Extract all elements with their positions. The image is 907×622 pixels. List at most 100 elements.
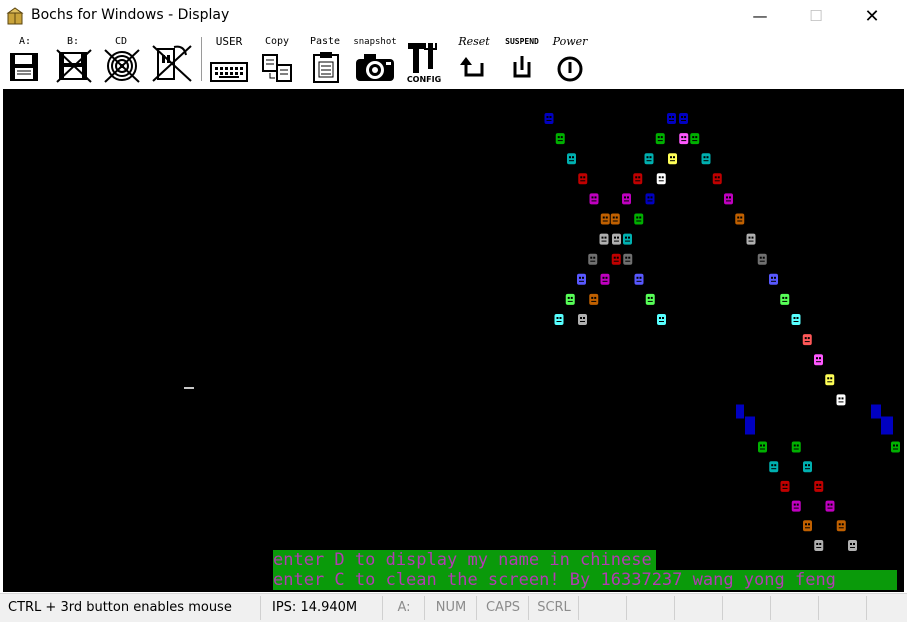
keyboard-icon (210, 62, 248, 82)
user-label: USER (215, 35, 243, 48)
smiley-char (746, 233, 756, 245)
smiley-char (791, 441, 801, 453)
status-bar: CTRL + 3rd button enables mouse IPS: 14.… (0, 593, 907, 622)
status-slot (628, 596, 675, 620)
floppy-b-button[interactable]: B: (54, 35, 92, 87)
smiley-char (634, 273, 644, 285)
smiley-char (589, 193, 599, 205)
camera-icon (356, 54, 394, 81)
paste-clipboard-icon (313, 52, 339, 83)
smiley-char (567, 153, 576, 165)
smiley-char (578, 173, 588, 185)
smiley-char (667, 113, 676, 124)
status-slot (676, 596, 723, 620)
smiley-char (600, 213, 610, 225)
emulator-display[interactable]: enter D to display my name in chinese en… (3, 89, 904, 592)
smiley-char (757, 253, 767, 265)
smiley-char (814, 354, 823, 366)
usb-button[interactable] (150, 35, 192, 87)
window-title: Bochs for Windows - Display (31, 7, 230, 23)
smiley-char (633, 173, 643, 185)
smiley-char (634, 213, 644, 225)
status-slot (724, 596, 771, 620)
screen-line-display-name: enter D to display my name in chinese (273, 550, 656, 570)
smiley-char (544, 113, 554, 124)
num-lock-indicator: NUM (426, 596, 477, 620)
smiley-char (565, 293, 575, 305)
smiley-char (802, 334, 812, 346)
maximize-button[interactable]: ☐ (793, 0, 839, 32)
smiley-char (712, 173, 722, 185)
floppy-disk-icon (10, 53, 38, 81)
caps-lock-indicator: CAPS (478, 596, 529, 620)
suspend-label: SUSPEND (505, 37, 539, 46)
toolbar-separator (201, 37, 202, 81)
floppy-b-label: B: (66, 36, 80, 47)
smiley-char (554, 314, 564, 325)
smiley-char (791, 314, 801, 325)
reset-button[interactable]: Reset (452, 35, 496, 87)
config-tools-icon: CONFIG (407, 43, 441, 83)
smiley-char (836, 394, 846, 406)
copy-icon (262, 54, 292, 82)
status-slot (820, 596, 867, 620)
smiley-char (836, 520, 846, 532)
smiley-char (758, 441, 767, 453)
smiley-char (589, 293, 599, 305)
suspend-button[interactable]: SUSPEND (500, 35, 544, 87)
smiley-char (577, 273, 586, 285)
paste-button[interactable]: Paste (306, 35, 344, 87)
smiley-char (724, 193, 733, 205)
power-icon (557, 56, 583, 82)
smiley-char (769, 461, 779, 473)
smiley-char (668, 153, 677, 165)
smiley-char (803, 461, 812, 473)
vga-screen-canvas (184, 113, 900, 551)
smiley-char (780, 480, 790, 492)
smiley-char (578, 314, 587, 325)
smiley-char (814, 539, 824, 551)
screen-block-char (745, 416, 755, 435)
config-label: CONFIG (407, 75, 441, 83)
snapshot-button[interactable]: snapshot (352, 35, 398, 87)
smiley-char (655, 133, 665, 145)
floppy-a-label: A: (18, 36, 32, 47)
scroll-lock-indicator: SCRL (530, 596, 579, 620)
config-button[interactable]: CONFIG (404, 35, 444, 87)
copy-button[interactable]: Copy (258, 35, 296, 87)
smiley-char (825, 374, 835, 386)
mouse-hint-status: CTRL + 3rd button enables mouse (8, 596, 261, 620)
bochs-app-icon[interactable] (6, 7, 24, 25)
user-button[interactable]: USER (208, 35, 250, 87)
cdrom-button[interactable]: CD (102, 35, 140, 87)
drive-a-indicator: A: (384, 596, 425, 620)
smiley-char (610, 213, 620, 225)
copy-label: Copy (264, 36, 290, 47)
smiley-char (701, 153, 711, 165)
smiley-char (657, 314, 666, 325)
title-bar: Bochs for Windows - Display — ☐ ✕ (0, 0, 907, 32)
power-button[interactable]: Power (548, 35, 592, 87)
usb-disabled-icon (152, 45, 192, 82)
paste-label: Paste (309, 36, 341, 47)
minimize-button[interactable]: — (737, 0, 783, 32)
smiley-char (825, 500, 835, 512)
floppy-a-button[interactable]: A: (6, 35, 44, 87)
smiley-char (735, 213, 745, 225)
smiley-char (644, 153, 654, 165)
status-slot (580, 596, 627, 620)
smiley-char (679, 113, 688, 124)
smiley-char (623, 253, 633, 265)
screen-block-char (736, 404, 744, 419)
smiley-char (814, 480, 824, 492)
smiley-char (588, 253, 598, 265)
power-label: Power (552, 35, 588, 48)
smiley-char (791, 500, 801, 512)
smiley-char (600, 273, 610, 285)
smiley-char (599, 233, 609, 245)
smiley-char (611, 253, 621, 265)
screen-block-char (881, 416, 893, 435)
close-button[interactable]: ✕ (849, 0, 895, 32)
cdrom-label: CD (114, 36, 128, 47)
smiley-char (679, 133, 689, 145)
